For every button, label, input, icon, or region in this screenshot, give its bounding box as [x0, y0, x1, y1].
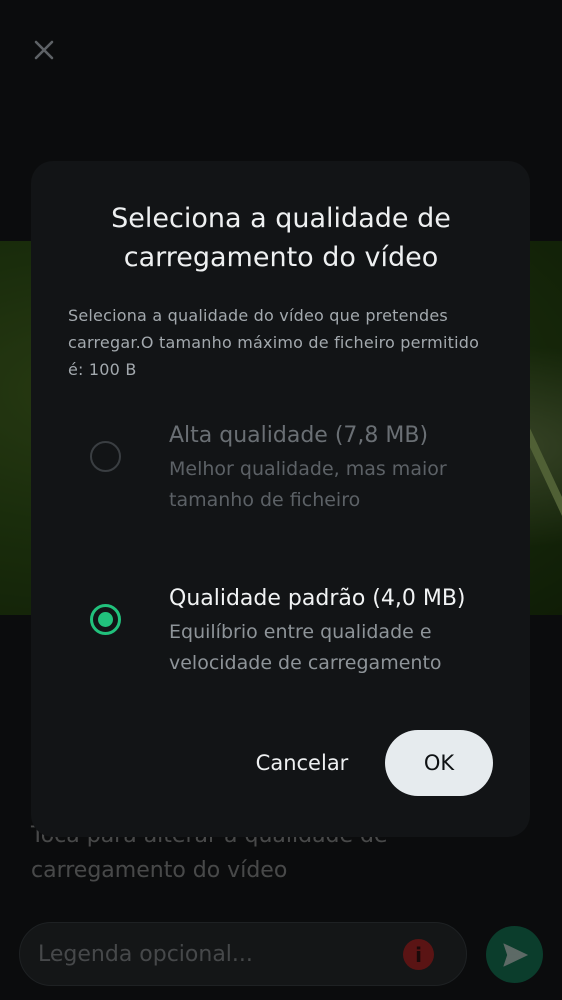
option-subtitle: Equilíbrio entre qualidade e velocidade … — [169, 621, 442, 674]
radio-high-quality[interactable] — [90, 441, 121, 472]
dialog-description: Seleciona a qualidade do vídeo que prete… — [68, 306, 480, 379]
option-title: Qualidade padrão (4,0 MB) — [169, 586, 466, 611]
close-icon — [34, 40, 54, 60]
radio-selected-dot — [98, 612, 113, 627]
option-subtitle: Melhor qualidade, mas maior tamanho de f… — [169, 458, 447, 511]
option-high-quality[interactable]: Alta qualidade (7,8 MB) Melhor qualidade… — [71, 415, 501, 525]
info-icon-glyph: i — [415, 942, 422, 967]
close-button[interactable] — [27, 33, 61, 67]
radio-standard-quality[interactable] — [90, 604, 121, 635]
caption-input[interactable] — [38, 923, 388, 985]
video-editor-screen: Toca para alterar a qualidade de carrega… — [0, 0, 562, 1000]
info-icon[interactable]: i — [403, 939, 434, 970]
caption-bar: i — [19, 922, 467, 986]
send-icon — [502, 942, 528, 967]
send-button[interactable] — [486, 926, 543, 983]
option-standard-quality[interactable]: Qualidade padrão (4,0 MB) Equilíbrio ent… — [71, 578, 501, 688]
dialog-title: Seleciona a qualidade de carregamento do… — [111, 203, 451, 273]
ok-button[interactable]: OK — [385, 730, 493, 796]
cancel-button[interactable]: Cancelar — [237, 730, 367, 796]
upload-quality-dialog: Seleciona a qualidade de carregamento do… — [31, 161, 530, 837]
option-title: Alta qualidade (7,8 MB) — [169, 423, 429, 448]
